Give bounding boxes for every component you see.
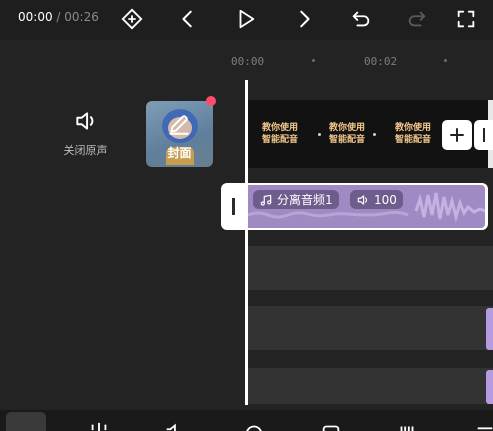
speaker-icon	[75, 112, 93, 130]
time-readout: 00:00 / 00:26	[18, 10, 99, 24]
frame-caption: 教你使用	[394, 123, 431, 133]
undo-button[interactable]	[346, 4, 376, 34]
audio-volume: 100	[374, 192, 397, 207]
play-icon	[239, 9, 255, 29]
speed-button[interactable]	[243, 421, 265, 431]
bottom-tab[interactable]	[6, 412, 46, 431]
delete-icon	[400, 426, 414, 431]
ruler-label-0: 00:00	[231, 55, 265, 68]
audio-volume-badge: 100	[350, 190, 403, 209]
total-time: 00:26	[64, 10, 99, 24]
bottom-toolbar	[0, 410, 493, 431]
more-button[interactable]	[474, 421, 493, 431]
music-note-icon	[260, 194, 272, 206]
add-clip-button[interactable]	[442, 120, 472, 150]
offscreen-clip-edge[interactable]	[486, 308, 493, 350]
empty-track[interactable]	[248, 306, 493, 350]
frame-separator	[373, 133, 376, 136]
volume-button[interactable]	[163, 421, 185, 431]
plus-icon	[450, 128, 464, 142]
cover-thumbnail-button[interactable]: 封面	[146, 101, 213, 167]
empty-track[interactable]	[248, 368, 493, 404]
play-button[interactable]	[231, 4, 261, 34]
cover-label: 封面	[167, 146, 192, 160]
frame-caption: 智能配音	[394, 135, 431, 145]
mute-original-audio-button[interactable]: 关闭原声	[58, 108, 113, 158]
audio-trim-handle[interactable]	[232, 198, 235, 215]
audio-clip[interactable]: 分离音频1 100	[248, 185, 485, 228]
speed-icon	[246, 425, 262, 431]
time-separator: /	[52, 10, 65, 24]
keyframe-button[interactable]	[117, 4, 147, 34]
previous-frame-button[interactable]	[173, 4, 203, 34]
delete-button[interactable]	[396, 421, 418, 431]
redo-icon	[408, 11, 426, 27]
top-toolbar: 00:00 / 00:26	[0, 0, 493, 40]
volume-icon	[357, 194, 368, 205]
square-icon	[322, 425, 340, 431]
keyframe-icon	[121, 8, 143, 30]
offscreen-clip-edge[interactable]	[486, 370, 493, 404]
ruler-tick	[312, 59, 315, 62]
more-icon	[477, 427, 493, 430]
frame-caption: 教你使用	[328, 123, 365, 133]
edit-pencil-icon	[169, 115, 189, 135]
fullscreen-icon	[457, 10, 475, 28]
video-frame-text: 教你使用 智能配音	[389, 122, 437, 146]
empty-track[interactable]	[248, 246, 493, 290]
chevron-right-icon	[300, 10, 310, 28]
undo-icon	[352, 11, 370, 27]
video-frame-text: 教你使用 智能配音	[323, 122, 371, 146]
fullscreen-button[interactable]	[451, 4, 481, 34]
redo-button[interactable]	[402, 4, 432, 34]
frame-caption: 智能配音	[328, 135, 365, 145]
replace-button[interactable]	[320, 421, 342, 431]
clip-end-handle[interactable]	[474, 120, 493, 150]
mute-original-audio-label: 关闭原声	[63, 144, 108, 157]
split-button[interactable]	[88, 421, 110, 431]
split-icon	[91, 422, 107, 431]
audio-name-badge: 分离音频1	[253, 190, 339, 209]
notification-dot	[206, 96, 216, 106]
frame-caption: 教你使用	[261, 123, 298, 133]
volume-icon	[166, 423, 176, 431]
current-time: 00:00	[18, 10, 53, 24]
frame-caption: 智能配音	[261, 135, 298, 145]
next-frame-button[interactable]	[289, 4, 319, 34]
ruler-label-1: 00:02	[364, 55, 398, 68]
audio-name: 分离音频1	[277, 193, 333, 207]
video-frame-text: 教你使用 智能配音	[256, 122, 304, 146]
playhead[interactable]	[245, 80, 248, 405]
chevron-left-icon	[182, 10, 192, 28]
ruler-tick	[444, 59, 447, 62]
frame-separator	[318, 133, 321, 136]
